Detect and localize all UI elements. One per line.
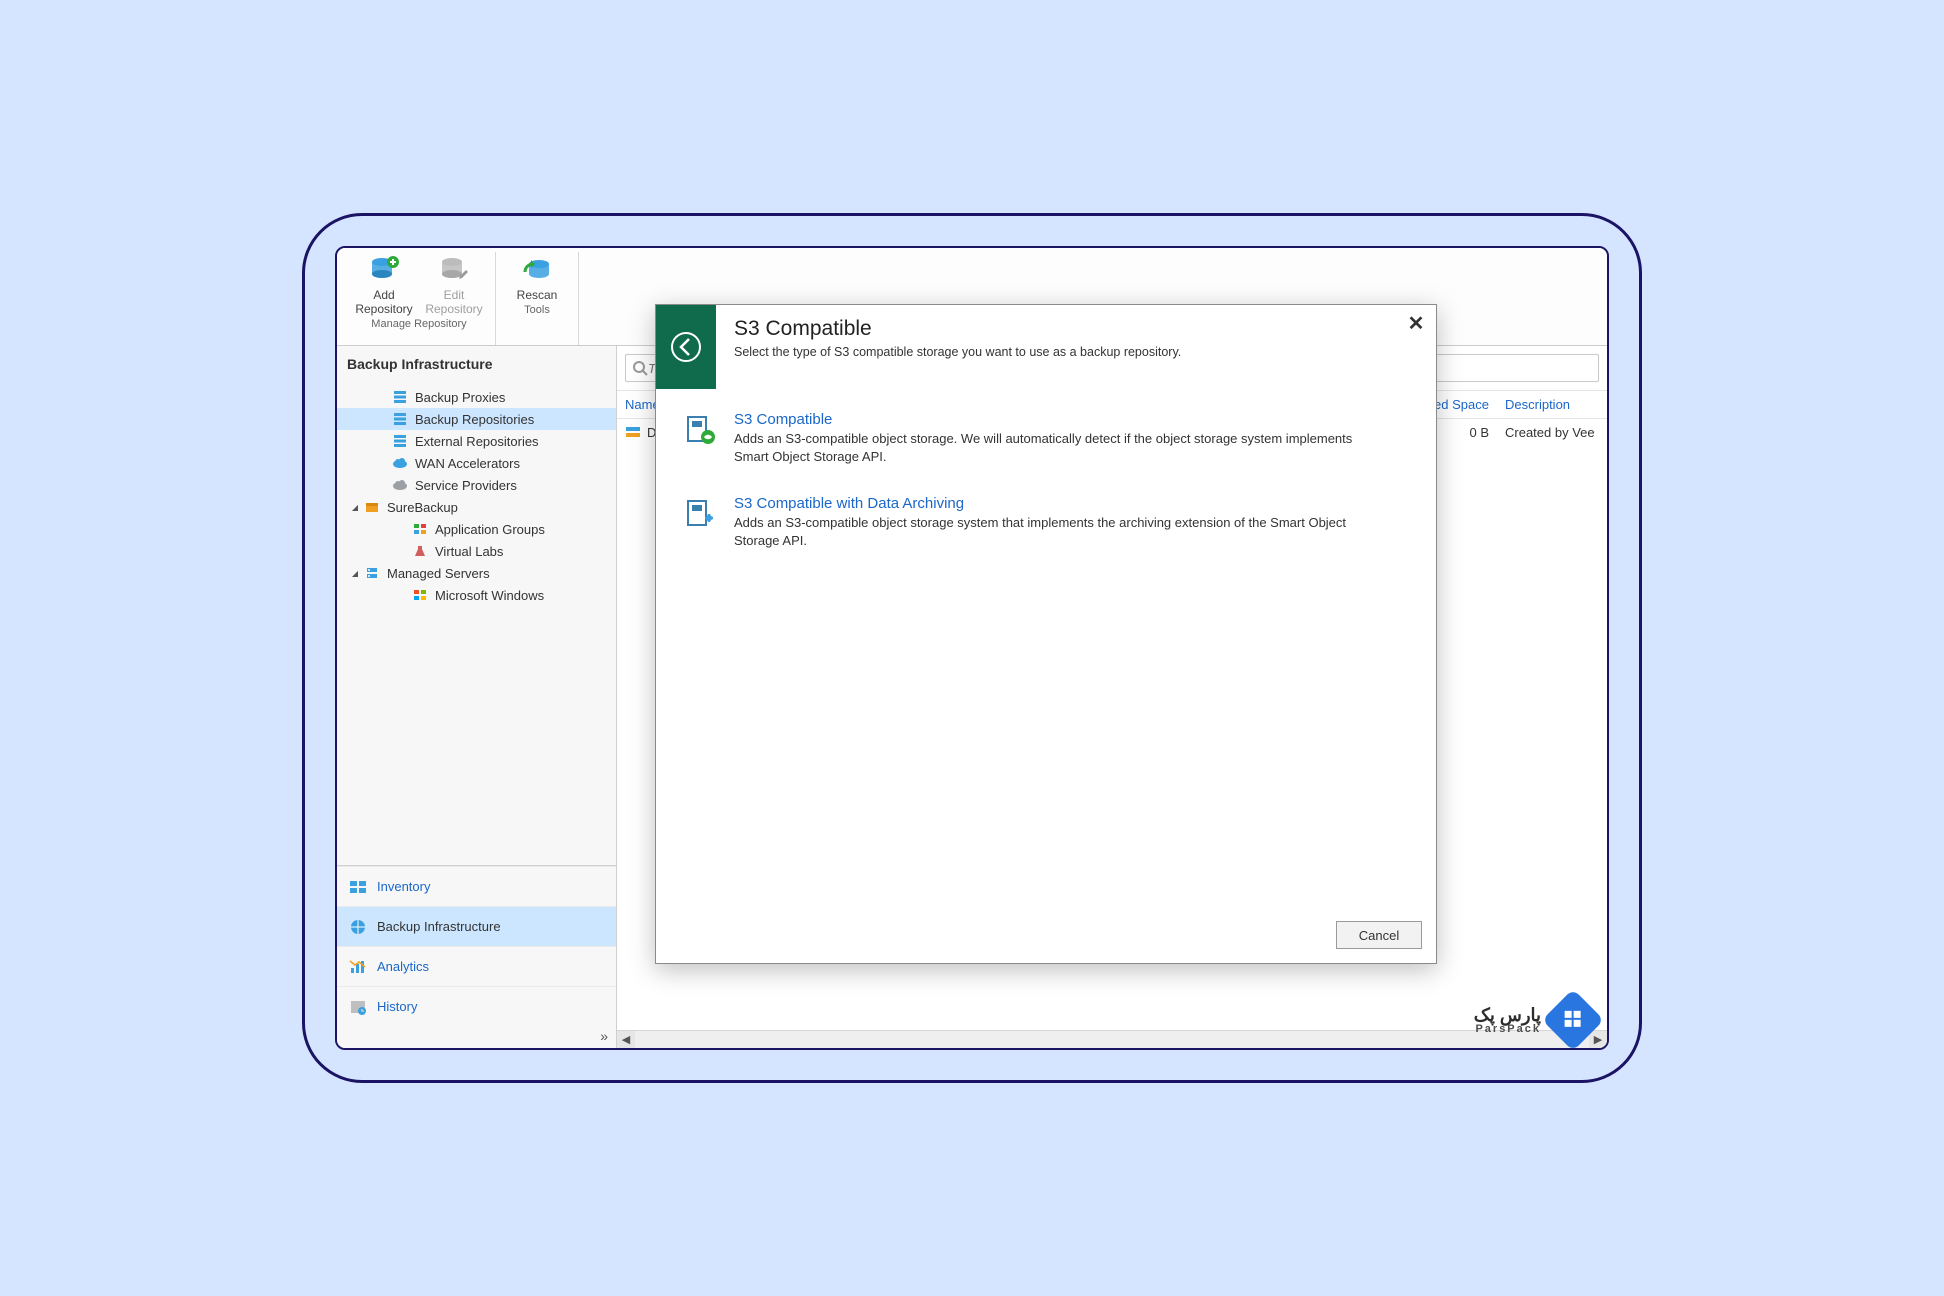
tree-item-label: Managed Servers xyxy=(387,566,490,581)
tree-application-groups[interactable]: Application Groups xyxy=(337,518,616,540)
sidebar-expand-button[interactable]: » xyxy=(337,1026,616,1048)
watermark-badge-icon xyxy=(1542,989,1604,1050)
tree-backup-repositories[interactable]: Backup Repositories xyxy=(337,408,616,430)
nav-item-label: Analytics xyxy=(377,959,429,974)
ribbon-group-label: Tools xyxy=(524,302,550,320)
sidebar-tree: Backup Proxies Backup Repositories Externa… xyxy=(337,382,616,865)
database-edit-icon xyxy=(438,254,470,286)
parspack-watermark: پارس پک ParsPack xyxy=(1474,998,1595,1042)
option-title: S3 Compatible xyxy=(734,411,1374,428)
tree-backup-proxies[interactable]: Backup Proxies xyxy=(337,386,616,408)
nav-item-label: Backup Infrastructure xyxy=(377,919,501,934)
tree-item-label: External Repositories xyxy=(415,434,539,449)
flask-icon xyxy=(411,543,429,559)
database-add-icon xyxy=(368,254,400,286)
dialog-title: S3 Compatible xyxy=(734,317,1380,341)
tree-item-label: WAN Accelerators xyxy=(415,456,520,471)
option-description: Adds an S3-compatible object storage sys… xyxy=(734,514,1374,549)
grid-green-icon xyxy=(411,521,429,537)
history-icon xyxy=(347,997,369,1017)
tree-surebackup[interactable]: ◢ SureBackup xyxy=(337,496,616,518)
windows-icon xyxy=(411,587,429,603)
box-orange-icon xyxy=(363,499,381,515)
globe-icon xyxy=(347,917,369,937)
inventory-icon xyxy=(347,877,369,897)
col-header-desc[interactable]: Description xyxy=(1505,397,1599,412)
dialog-back-button[interactable] xyxy=(656,305,716,389)
tree-caret-icon: ◢ xyxy=(349,503,361,512)
tree-item-label: Virtual Labs xyxy=(435,544,503,559)
option-description: Adds an S3-compatible object storage. We… xyxy=(734,430,1374,465)
tree-item-label: Backup Repositories xyxy=(415,412,534,427)
tree-external-repositories[interactable]: External Repositories xyxy=(337,430,616,452)
add-repository-button[interactable]: Add Repository xyxy=(349,252,419,316)
stack-blue-icon xyxy=(391,389,409,405)
nav-analytics[interactable]: Analytics xyxy=(337,946,616,986)
stack-blue-icon xyxy=(391,433,409,449)
nav-backup-infra[interactable]: Backup Infrastructure xyxy=(337,906,616,946)
back-arrow-icon xyxy=(669,330,703,364)
dialog-body: S3 Compatible Adds an S3-compatible objec… xyxy=(656,389,1436,911)
ribbon-group-label: Manage Repository xyxy=(371,316,466,334)
nav-item-label: History xyxy=(377,999,417,1014)
tree-wan-accelerators[interactable]: WAN Accelerators xyxy=(337,452,616,474)
ribbon-group-tools: Rescan Tools xyxy=(496,252,579,345)
sidebar-title: Backup Infrastructure xyxy=(337,346,616,382)
nav-item-label: Inventory xyxy=(377,879,430,894)
cell-desc: Created by Vee xyxy=(1505,425,1599,440)
tree-item-label: Application Groups xyxy=(435,522,545,537)
analytics-icon xyxy=(347,957,369,977)
edit-repository-button: Edit Repository xyxy=(419,252,489,316)
tree-managed-servers[interactable]: ◢ Managed Servers xyxy=(337,562,616,584)
ribbon-group-manage: Add Repository Edit Repository Manage Re… xyxy=(343,252,496,345)
watermark-line1: پارس پک xyxy=(1474,1006,1541,1024)
tree-caret-icon: ◢ xyxy=(349,569,361,578)
tree-service-providers[interactable]: Service Providers xyxy=(337,474,616,496)
sidebar: Backup Infrastructure Backup ProxiesBack… xyxy=(337,346,617,1048)
dialog-subtitle: Select the type of S3 compatible storage… xyxy=(734,345,1380,359)
tree-item-label: Backup Proxies xyxy=(415,390,505,405)
cancel-button[interactable]: Cancel xyxy=(1336,921,1422,949)
repository-icon xyxy=(625,424,641,440)
sidebar-nav: Inventory Backup Infrastructure Analytics H… xyxy=(337,865,616,1026)
s3-compatible-dialog: S3 Compatible Select the type of S3 comp… xyxy=(655,304,1437,964)
tree-virtual-labs[interactable]: Virtual Labs xyxy=(337,540,616,562)
dialog-close-button[interactable]: ✕ xyxy=(1396,305,1436,336)
stack-blue-icon xyxy=(391,411,409,427)
option-s3-archiving[interactable]: S3 Compatible with Data Archiving Adds an… xyxy=(684,495,1406,549)
ribbon-label: Rescan xyxy=(517,288,558,302)
tree-item-label: Microsoft Windows xyxy=(435,588,544,603)
close-icon: ✕ xyxy=(1408,313,1425,335)
ribbon-label: Add Repository xyxy=(355,288,412,316)
storage-option-icon xyxy=(684,497,718,531)
storage-option-icon xyxy=(684,413,718,447)
nav-history[interactable]: History xyxy=(337,986,616,1026)
horizontal-scrollbar[interactable]: ◀ ▶ xyxy=(617,1030,1607,1048)
option-s3-compatible[interactable]: S3 Compatible Adds an S3-compatible objec… xyxy=(684,411,1406,465)
rescan-icon xyxy=(521,254,553,286)
cloud-grey-icon xyxy=(391,477,409,493)
search-icon xyxy=(632,360,648,376)
tree-item-label: SureBackup xyxy=(387,500,458,515)
nav-inventory[interactable]: Inventory xyxy=(337,866,616,906)
tree-item-label: Service Providers xyxy=(415,478,517,493)
scroll-left-icon[interactable]: ◀ xyxy=(617,1031,635,1049)
server-blue-icon xyxy=(363,565,381,581)
option-title: S3 Compatible with Data Archiving xyxy=(734,495,1374,512)
ribbon-label: Edit Repository xyxy=(425,288,482,316)
tree-ms-windows[interactable]: Microsoft Windows xyxy=(337,584,616,606)
app-window: Add Repository Edit Repository Manage Re… xyxy=(335,246,1609,1050)
rescan-button[interactable]: Rescan xyxy=(502,252,572,302)
watermark-line2: ParsPack xyxy=(1474,1024,1541,1035)
cloud-blue-icon xyxy=(391,455,409,471)
